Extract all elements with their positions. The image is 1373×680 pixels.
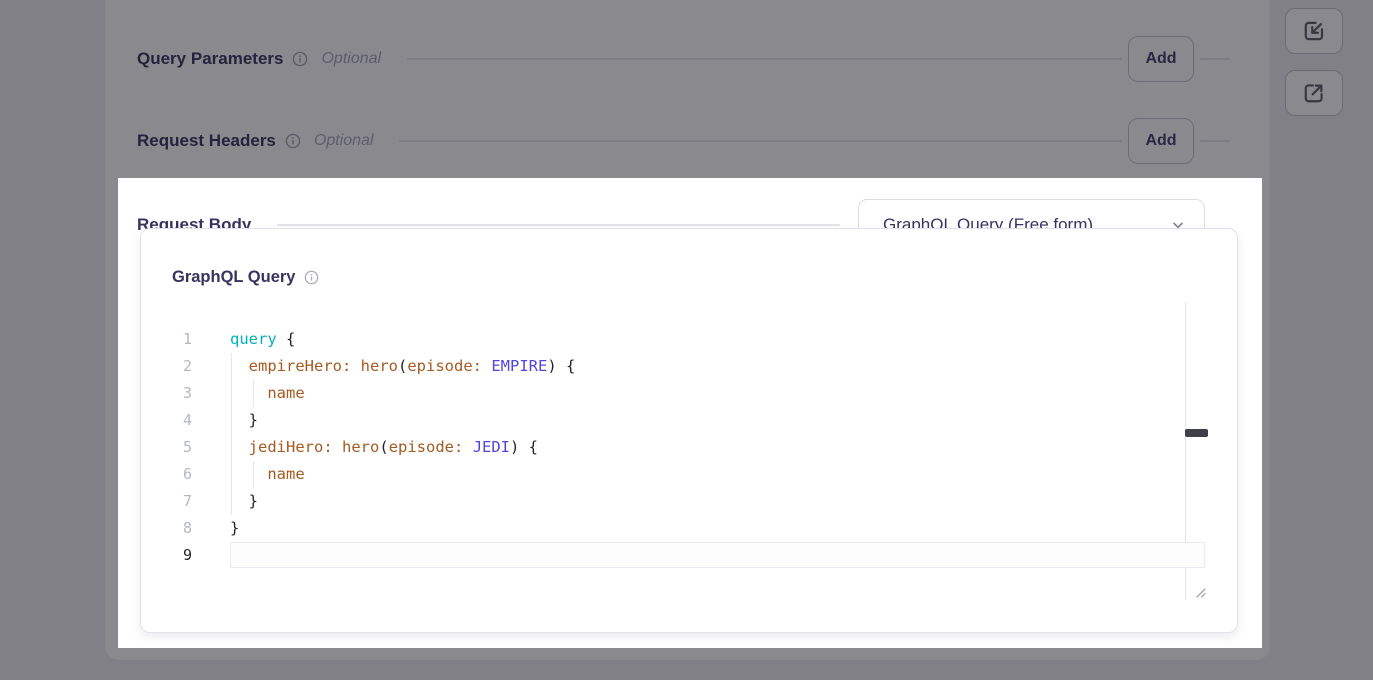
code-line[interactable]: 9 <box>150 542 1205 569</box>
line-number: 3 <box>150 380 192 407</box>
resize-grip-icon[interactable] <box>1192 584 1208 600</box>
external-link-icon <box>1301 80 1327 106</box>
line-number: 5 <box>150 434 192 461</box>
line-number: 9 <box>150 542 192 569</box>
divider <box>407 58 1122 60</box>
line-number: 2 <box>150 353 192 380</box>
request-headers-row: Request Headers Optional Add <box>137 118 1230 164</box>
divider <box>399 140 1122 142</box>
add-query-parameter-button[interactable]: Add <box>1128 36 1194 82</box>
graphql-code-editor[interactable]: 1query {2 empireHero: hero(episode: EMPI… <box>150 326 1205 569</box>
code-text: } <box>230 407 258 434</box>
divider <box>1200 140 1230 142</box>
optional-label: Optional <box>314 132 374 150</box>
app-stage: Query Parameters Optional Add Request He… <box>0 0 1373 680</box>
line-number: 1 <box>150 326 192 353</box>
request-headers-label: Request Headers <box>137 131 276 151</box>
code-text: query { <box>230 326 295 353</box>
code-text: name <box>230 380 305 407</box>
code-text: } <box>230 515 239 542</box>
code-line[interactable]: 2 empireHero: hero(episode: EMPIRE) { <box>150 353 1205 380</box>
editor-resize-handle[interactable] <box>1185 429 1208 437</box>
info-icon[interactable] <box>292 51 308 67</box>
code-text: empireHero: hero(episode: EMPIRE) { <box>230 353 575 380</box>
line-number: 8 <box>150 515 192 542</box>
line-number: 6 <box>150 461 192 488</box>
query-parameters-row: Query Parameters Optional Add <box>137 36 1230 82</box>
graphql-query-label-row: GraphQL Query <box>172 268 319 287</box>
divider <box>277 224 840 226</box>
divider <box>1200 58 1230 60</box>
info-icon[interactable] <box>285 133 301 149</box>
dock-panel-button[interactable] <box>1285 8 1343 54</box>
arrow-into-box-icon <box>1301 18 1327 44</box>
code-line[interactable]: 6 name <box>150 461 1205 488</box>
code-line[interactable]: 1 query { <box>150 326 1205 353</box>
code-text: jediHero: hero(episode: JEDI) { <box>230 434 538 461</box>
code-line[interactable]: 4 } <box>150 407 1205 434</box>
code-text: name <box>230 461 305 488</box>
query-parameters-label: Query Parameters <box>137 49 283 69</box>
add-request-header-button[interactable]: Add <box>1128 118 1194 164</box>
code-line[interactable]: 7 } <box>150 488 1205 515</box>
code-text: } <box>230 488 258 515</box>
line-number: 7 <box>150 488 192 515</box>
open-external-button[interactable] <box>1285 70 1343 116</box>
info-icon[interactable] <box>304 270 319 285</box>
code-line[interactable]: 3 name <box>150 380 1205 407</box>
code-line[interactable]: 8} <box>150 515 1205 542</box>
line-number: 4 <box>150 407 192 434</box>
optional-label: Optional <box>321 50 381 68</box>
code-line[interactable]: 5 jediHero: hero(episode: JEDI) { <box>150 434 1205 461</box>
graphql-query-label: GraphQL Query <box>172 268 295 287</box>
code-text <box>230 542 1205 568</box>
